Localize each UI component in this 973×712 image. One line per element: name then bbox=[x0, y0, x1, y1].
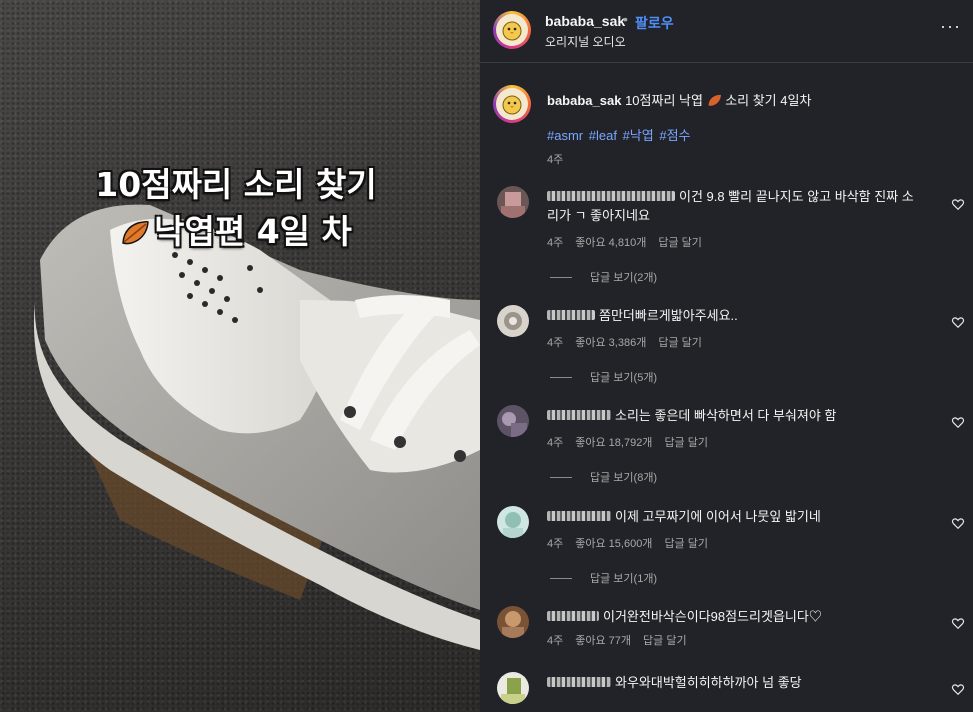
comment-meta: 4주 좋아요 3,386개 답글 달기 bbox=[547, 334, 714, 350]
author-avatar[interactable] bbox=[493, 11, 531, 49]
reply-button[interactable]: 답글 달기 bbox=[658, 337, 702, 349]
comment-likes[interactable]: 좋아요 3,386개 bbox=[575, 337, 646, 349]
reply-button[interactable]: 답글 달기 bbox=[664, 538, 708, 550]
view-replies-button[interactable]: 답글 보기(5개) bbox=[550, 369, 657, 385]
view-replies-button[interactable]: 답글 보기(2개) bbox=[550, 269, 657, 285]
like-heart-icon[interactable] bbox=[951, 415, 965, 429]
reel-viewer: 10점짜리 소리 찾기 낙엽편 4일 차 bababa_sak • 팔로우 오리… bbox=[0, 0, 973, 712]
commenter-username[interactable] bbox=[547, 677, 611, 687]
caption-timestamp: 4주 bbox=[547, 154, 564, 166]
fallen-leaf-icon bbox=[122, 220, 149, 245]
sneaker-image bbox=[33, 204, 480, 650]
audio-link[interactable]: 오리지널 오디오 bbox=[545, 33, 626, 50]
commenter-username[interactable] bbox=[547, 310, 595, 320]
author-username[interactable]: bababa_sak bbox=[545, 13, 625, 29]
commenter-avatar[interactable] bbox=[497, 305, 529, 337]
commenter-avatar[interactable] bbox=[497, 186, 529, 218]
commenter-avatar[interactable] bbox=[497, 606, 529, 638]
commenter-avatar[interactable] bbox=[497, 405, 529, 437]
comment-meta: 4주 좋아요 77개 답글 달기 bbox=[547, 632, 699, 648]
view-replies-button[interactable]: 답글 보기(1개) bbox=[550, 570, 657, 586]
comment-time: 4주 bbox=[547, 538, 564, 550]
commenter-username[interactable] bbox=[547, 611, 599, 621]
reply-button[interactable]: 답글 달기 bbox=[643, 635, 687, 647]
post-header: bababa_sak • 팔로우 오리지널 오디오 ··· bbox=[480, 0, 973, 63]
follow-button[interactable]: 팔로우 bbox=[635, 13, 674, 33]
comment-text: 와우와대박헐히히하하까아 넘 좋당 bbox=[547, 673, 935, 692]
caption-avatar[interactable] bbox=[493, 85, 531, 123]
caption-username[interactable]: bababa_sak bbox=[547, 93, 621, 108]
hashtag-link[interactable]: #leaf bbox=[589, 128, 617, 143]
comment-time: 4주 bbox=[547, 337, 564, 349]
comments-panel: bababa_sak • 팔로우 오리지널 오디오 ··· bababa_sak… bbox=[480, 0, 973, 712]
video-player[interactable]: 10점짜리 소리 찾기 낙엽편 4일 차 bbox=[0, 0, 480, 712]
like-heart-icon[interactable] bbox=[951, 682, 965, 696]
overlay-caption-text: 낙엽편 4일 차 bbox=[154, 212, 352, 251]
chick-icon bbox=[502, 21, 522, 41]
overlay-caption-line2: 낙엽편 4일 차 bbox=[0, 205, 476, 253]
comment-time: 4주 bbox=[547, 635, 564, 647]
hashtag-link[interactable]: #점수 bbox=[659, 128, 690, 143]
overlay-caption-line1: 10점짜리 소리 찾기 bbox=[95, 165, 377, 204]
comment-text: 이제 고무짜기에 이어서 나뭇잎 밟기네 bbox=[547, 507, 935, 526]
fallen-leaf-icon bbox=[708, 94, 721, 106]
comment-text: 이건 9.8 빨리 끝나지도 않고 바삭함 진짜 소 리가 ㄱ 좋아지네요 bbox=[547, 189, 914, 223]
commenter-username[interactable] bbox=[547, 410, 611, 420]
commenter-avatar[interactable] bbox=[497, 506, 529, 538]
comment-meta: 4주 좋아요 18,792개 답글 달기 bbox=[547, 434, 720, 450]
comment-text: 쫌만더빠르게밟아주세요.. bbox=[547, 306, 935, 325]
like-heart-icon[interactable] bbox=[951, 315, 965, 329]
comment-meta: 4주 좋아요 15,600개 답글 달기 bbox=[547, 535, 720, 551]
comment-time: 4주 bbox=[547, 437, 564, 449]
view-replies-button[interactable]: 답글 보기(8개) bbox=[550, 469, 657, 485]
commenter-avatar[interactable] bbox=[497, 672, 529, 704]
like-heart-icon[interactable] bbox=[951, 616, 965, 630]
comment-likes[interactable]: 좋아요 77개 bbox=[575, 635, 631, 647]
comment-likes[interactable]: 좋아요 15,600개 bbox=[575, 538, 652, 550]
comment-likes[interactable]: 좋아요 18,792개 bbox=[575, 437, 652, 449]
chick-icon bbox=[502, 95, 522, 115]
like-heart-icon[interactable] bbox=[951, 197, 965, 211]
comment-likes[interactable]: 좋아요 4,810개 bbox=[575, 237, 646, 249]
caption-text: bababa_sak 10점짜리 낙엽 소리 찾기 4일차 bbox=[547, 93, 812, 108]
hashtag-link[interactable]: #낙엽 bbox=[623, 128, 654, 143]
commenter-username[interactable] bbox=[547, 511, 611, 521]
comment-text: 이거완전바삭슨이다98점드리겟읍니다♡ bbox=[547, 607, 935, 626]
comment-meta: 4주 좋아요 4,810개 답글 달기 bbox=[547, 234, 714, 250]
hashtag-link[interactable]: #asmr bbox=[547, 128, 583, 143]
separator-dot: • bbox=[623, 11, 628, 27]
more-options-icon[interactable]: ··· bbox=[940, 16, 961, 37]
commenter-username[interactable] bbox=[547, 191, 675, 201]
comment-text: 소리는 좋은데 빠삭하면서 다 부숴져야 함 bbox=[547, 406, 935, 425]
hashtag-list: #asmr #leaf #낙엽 #점수 bbox=[547, 125, 693, 144]
reply-button[interactable]: 답글 달기 bbox=[664, 437, 708, 449]
comment-time: 4주 bbox=[547, 237, 564, 249]
like-heart-icon[interactable] bbox=[951, 516, 965, 530]
reply-button[interactable]: 답글 달기 bbox=[658, 237, 702, 249]
